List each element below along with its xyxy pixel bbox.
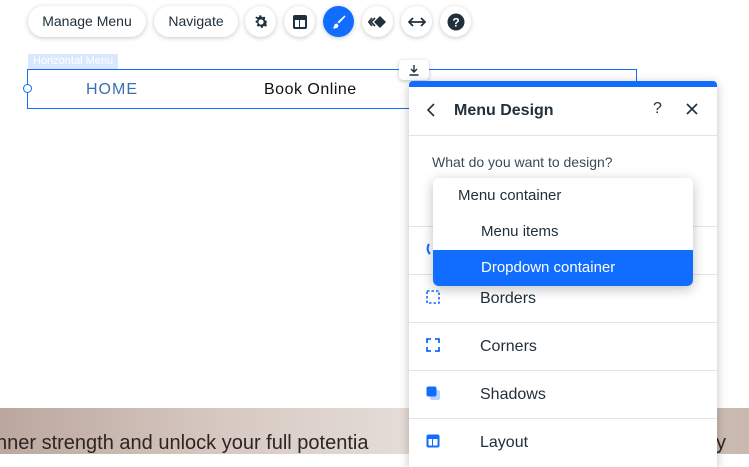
help-icon: ? <box>447 13 464 30</box>
layout-button[interactable] <box>284 6 315 37</box>
panel-row-label: Shadows <box>480 386 546 403</box>
layout-icon <box>426 434 440 453</box>
resize-handle[interactable] <box>23 84 32 93</box>
help-button[interactable]: ? <box>440 6 471 37</box>
panel-row-corners[interactable]: Corners <box>409 322 717 370</box>
panel-row-label: Layout <box>480 434 529 451</box>
panel-row-shadows[interactable]: Shadows <box>409 370 717 418</box>
close-icon <box>686 103 698 115</box>
animation-icon <box>367 15 386 28</box>
navigate-button[interactable]: Navigate <box>154 6 238 37</box>
shadows-icon <box>426 386 440 405</box>
menu-item-book-online[interactable]: Book Online <box>264 81 357 99</box>
background-text-tail: y <box>716 432 726 454</box>
dropdown-option-dropdown-container[interactable]: Dropdown container <box>433 250 693 286</box>
manage-menu-button[interactable]: Manage Menu <box>28 6 146 37</box>
design-button[interactable] <box>323 6 354 37</box>
panel-row-label: Borders <box>480 290 537 307</box>
dropdown-option-menu-items[interactable]: Menu items <box>433 214 693 250</box>
svg-text:?: ? <box>452 15 459 29</box>
stretch-icon <box>407 16 426 27</box>
panel-help-button[interactable]: ? <box>653 100 662 118</box>
back-button[interactable] <box>425 102 439 123</box>
download-icon <box>409 65 419 76</box>
design-target-dropdown[interactable]: Menu container Menu items Dropdown conta… <box>433 178 693 286</box>
animation-button[interactable] <box>362 6 393 37</box>
background-text: nner strength and unlock your full poten… <box>0 432 369 454</box>
panel-close-button[interactable] <box>685 102 699 121</box>
layout-icon <box>292 14 307 29</box>
panel-row-label: Corners <box>480 338 537 355</box>
settings-icon <box>254 14 268 28</box>
stretch-button[interactable] <box>401 6 432 37</box>
chevron-left-icon <box>426 103 435 117</box>
panel-header: Menu Design ? <box>409 87 717 136</box>
panel-row-layout[interactable]: Layout <box>409 418 717 466</box>
design-question: What do you want to design? <box>432 154 613 170</box>
panel-title: Menu Design <box>454 102 554 119</box>
dropdown-option-menu-container[interactable]: Menu container <box>433 178 693 214</box>
download-button[interactable] <box>399 60 429 80</box>
menu-item-home[interactable]: HOME <box>86 81 138 99</box>
design-brush-icon <box>332 15 345 28</box>
settings-button[interactable] <box>245 6 276 37</box>
corners-icon <box>426 338 440 357</box>
borders-icon <box>426 290 440 309</box>
element-name-tag: Horizontal Menu <box>28 54 119 69</box>
